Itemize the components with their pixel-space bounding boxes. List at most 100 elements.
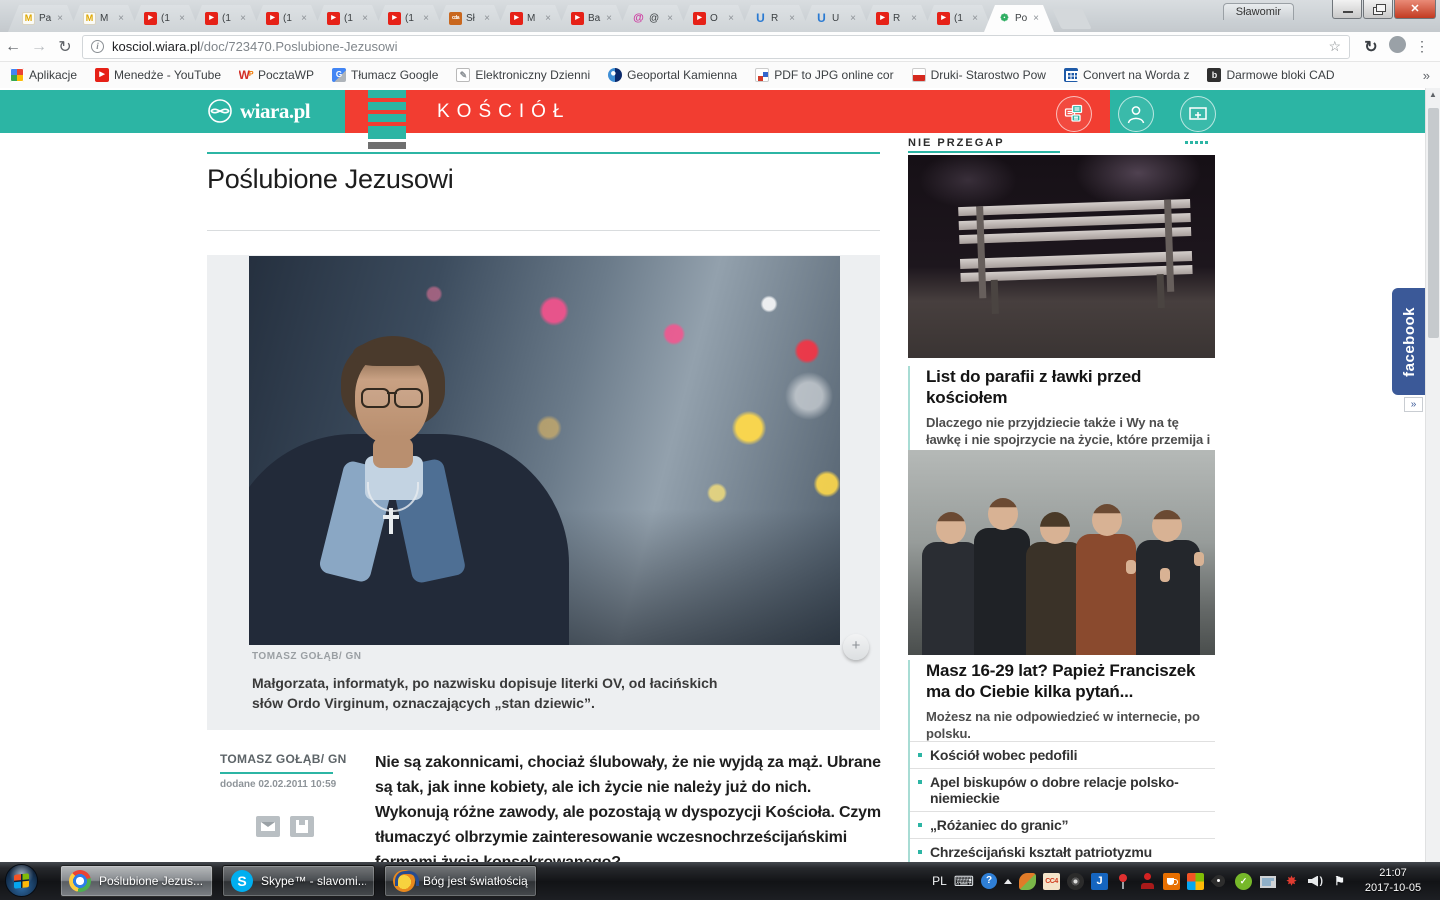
browser-tab[interactable]: Ba — [557, 5, 627, 32]
tab-close-icon[interactable] — [299, 14, 309, 24]
bookmark-dziennik[interactable]: Elektroniczny Dzienni — [456, 68, 590, 82]
volume-icon[interactable] — [1307, 873, 1324, 890]
tab-close-icon[interactable] — [177, 14, 187, 24]
reload-icon[interactable]: ↻ — [52, 37, 78, 57]
sync-extension-icon[interactable]: ↻ — [1358, 37, 1384, 57]
action-center-icon[interactable] — [1331, 873, 1348, 890]
tab-close-icon[interactable] — [421, 14, 431, 24]
browser-tab[interactable]: (1 — [130, 5, 200, 32]
scrollbar-thumb[interactable] — [1428, 108, 1439, 338]
email-icon[interactable] — [256, 816, 280, 837]
user-icon[interactable] — [1118, 96, 1154, 132]
utility-wheel-icon[interactable] — [1067, 873, 1084, 890]
tab-close-icon[interactable] — [787, 14, 797, 24]
facebook-tab[interactable]: facebook — [1392, 288, 1427, 395]
taskbar-skype-button[interactable]: Skype™ - slavomi... — [222, 865, 375, 897]
windows-update-icon[interactable] — [1187, 873, 1204, 890]
article-photo[interactable] — [249, 256, 840, 645]
taskbar-chrome-button[interactable]: Poślubione Jezus... — [60, 865, 213, 897]
java-update-icon[interactable] — [1163, 873, 1180, 890]
minimize-button[interactable] — [1332, 0, 1362, 19]
site-logo[interactable]: wiara.pl — [207, 97, 310, 125]
articles-icon[interactable] — [1056, 96, 1092, 132]
start-button[interactable] — [5, 864, 38, 897]
bookmark-geoportal[interactable]: Geoportal Kamienna — [608, 68, 737, 82]
tab-close-icon[interactable] — [604, 14, 614, 24]
bookmark-druki[interactable]: Druki- Starostwo Pow — [912, 68, 1046, 82]
sidebar-card-image-youth[interactable] — [908, 450, 1215, 655]
sidebar-link[interactable]: „Różaniec do granic” — [910, 812, 1215, 839]
save-icon[interactable] — [290, 816, 314, 837]
sidebar-link[interactable]: Chrześcijański kształt patriotyzmu — [910, 839, 1215, 862]
browser-tab[interactable]: Pa — [8, 5, 78, 32]
tab-close-icon[interactable] — [848, 14, 858, 24]
page-info-icon[interactable]: i — [91, 40, 104, 53]
tab-close-icon[interactable] — [360, 14, 370, 24]
help-icon[interactable]: ? — [981, 873, 997, 889]
browser-tab[interactable]: (1 — [191, 5, 261, 32]
tab-close-icon[interactable] — [543, 14, 553, 24]
antivirus-icon[interactable] — [1019, 873, 1036, 890]
url-text[interactable]: kosciol.wiara.pl/doc/723470.Poslubione-J… — [112, 39, 1328, 54]
bookmarks-overflow-icon[interactable]: » — [1423, 68, 1430, 83]
restore-button[interactable] — [1363, 0, 1393, 19]
address-bar[interactable]: i kosciol.wiara.pl/doc/723470.Poslubione… — [82, 35, 1350, 59]
new-tab-button[interactable] — [1052, 9, 1091, 29]
tab-close-icon[interactable] — [238, 14, 248, 24]
tab-close-icon[interactable] — [909, 14, 919, 24]
skype-extension-icon[interactable] — [1384, 36, 1410, 58]
back-icon[interactable]: ← — [0, 38, 26, 56]
facebook-expand-button[interactable]: » — [1404, 397, 1423, 412]
sidebar-link[interactable]: Kościół wobec pedofili — [910, 741, 1215, 769]
hamburger-menu-icon[interactable] — [368, 90, 406, 153]
browser-tab[interactable]: R — [740, 5, 810, 32]
browser-tab[interactable]: @ — [618, 5, 688, 32]
carousel-dots[interactable] — [1185, 141, 1208, 144]
browser-tab[interactable]: (1 — [313, 5, 383, 32]
browser-tab[interactable]: M — [69, 5, 139, 32]
download-manager-icon[interactable] — [1091, 873, 1108, 890]
show-hidden-icons[interactable] — [1004, 879, 1012, 884]
browser-tab-active[interactable]: Po — [984, 5, 1054, 32]
tab-close-icon[interactable] — [726, 14, 736, 24]
browser-tab[interactable]: M — [496, 5, 566, 32]
close-button[interactable] — [1394, 0, 1436, 19]
bookmark-youtube[interactable]: Menedże - YouTube — [95, 68, 221, 82]
browser-tab[interactable]: (1 — [374, 5, 444, 32]
bookmark-pocztawp[interactable]: PocztaWP — [239, 68, 314, 82]
bookmark-star-icon[interactable]: ☆ — [1328, 38, 1341, 55]
mouse-tool-icon[interactable] — [1115, 873, 1132, 890]
chrome-menu-icon[interactable] — [1410, 38, 1434, 55]
bookmark-cad[interactable]: Darmowe bloki CAD — [1207, 68, 1334, 82]
gamepad-icon[interactable] — [1139, 873, 1156, 890]
keyboard-icon[interactable]: ⌨ — [954, 873, 974, 890]
forward-icon[interactable]: → — [26, 38, 52, 56]
browser-tab[interactable]: R — [862, 5, 932, 32]
page-scrollbar[interactable]: ▲ — [1425, 88, 1440, 862]
tab-close-icon[interactable] — [665, 14, 675, 24]
sidebar-link[interactable]: Apel biskupów o dobre relacje polsko-nie… — [910, 769, 1215, 812]
tab-close-icon[interactable] — [482, 14, 492, 24]
browser-tab[interactable]: (1 — [923, 5, 993, 32]
network-icon[interactable] — [1259, 873, 1276, 890]
scroll-up-icon[interactable]: ▲ — [1426, 90, 1440, 99]
satellite-dish-icon[interactable] — [1211, 873, 1228, 890]
browser-tab[interactable]: (1 — [252, 5, 322, 32]
profile-name-chip[interactable]: Sławomir — [1223, 3, 1294, 20]
photo-zoom-button[interactable] — [843, 634, 869, 660]
bookmark-convert[interactable]: Convert na Worda z — [1064, 68, 1190, 82]
tab-close-icon[interactable] — [55, 14, 65, 24]
bookmark-translate[interactable]: Tłumacz Google — [332, 68, 438, 82]
browser-tab[interactable]: U — [801, 5, 871, 32]
bookmark-apps[interactable]: Aplikacje — [10, 68, 77, 82]
ccleaner-icon[interactable] — [1043, 873, 1060, 890]
gps-icon[interactable] — [1283, 873, 1300, 890]
taskbar-player-button[interactable]: Bóg jest światłością — [384, 865, 537, 897]
messenger-icon[interactable] — [1235, 873, 1252, 890]
browser-tab[interactable]: Sł — [435, 5, 505, 32]
bookmark-pdf-jpg[interactable]: PDF to JPG online cor — [755, 68, 893, 82]
sidebar-card-title[interactable]: List do parafii z ławki przed kościołem — [926, 366, 1215, 408]
tab-close-icon[interactable] — [1031, 14, 1041, 24]
browser-tab[interactable]: O — [679, 5, 749, 32]
taskbar-clock[interactable]: 21:07 2017-10-05 — [1354, 866, 1432, 896]
